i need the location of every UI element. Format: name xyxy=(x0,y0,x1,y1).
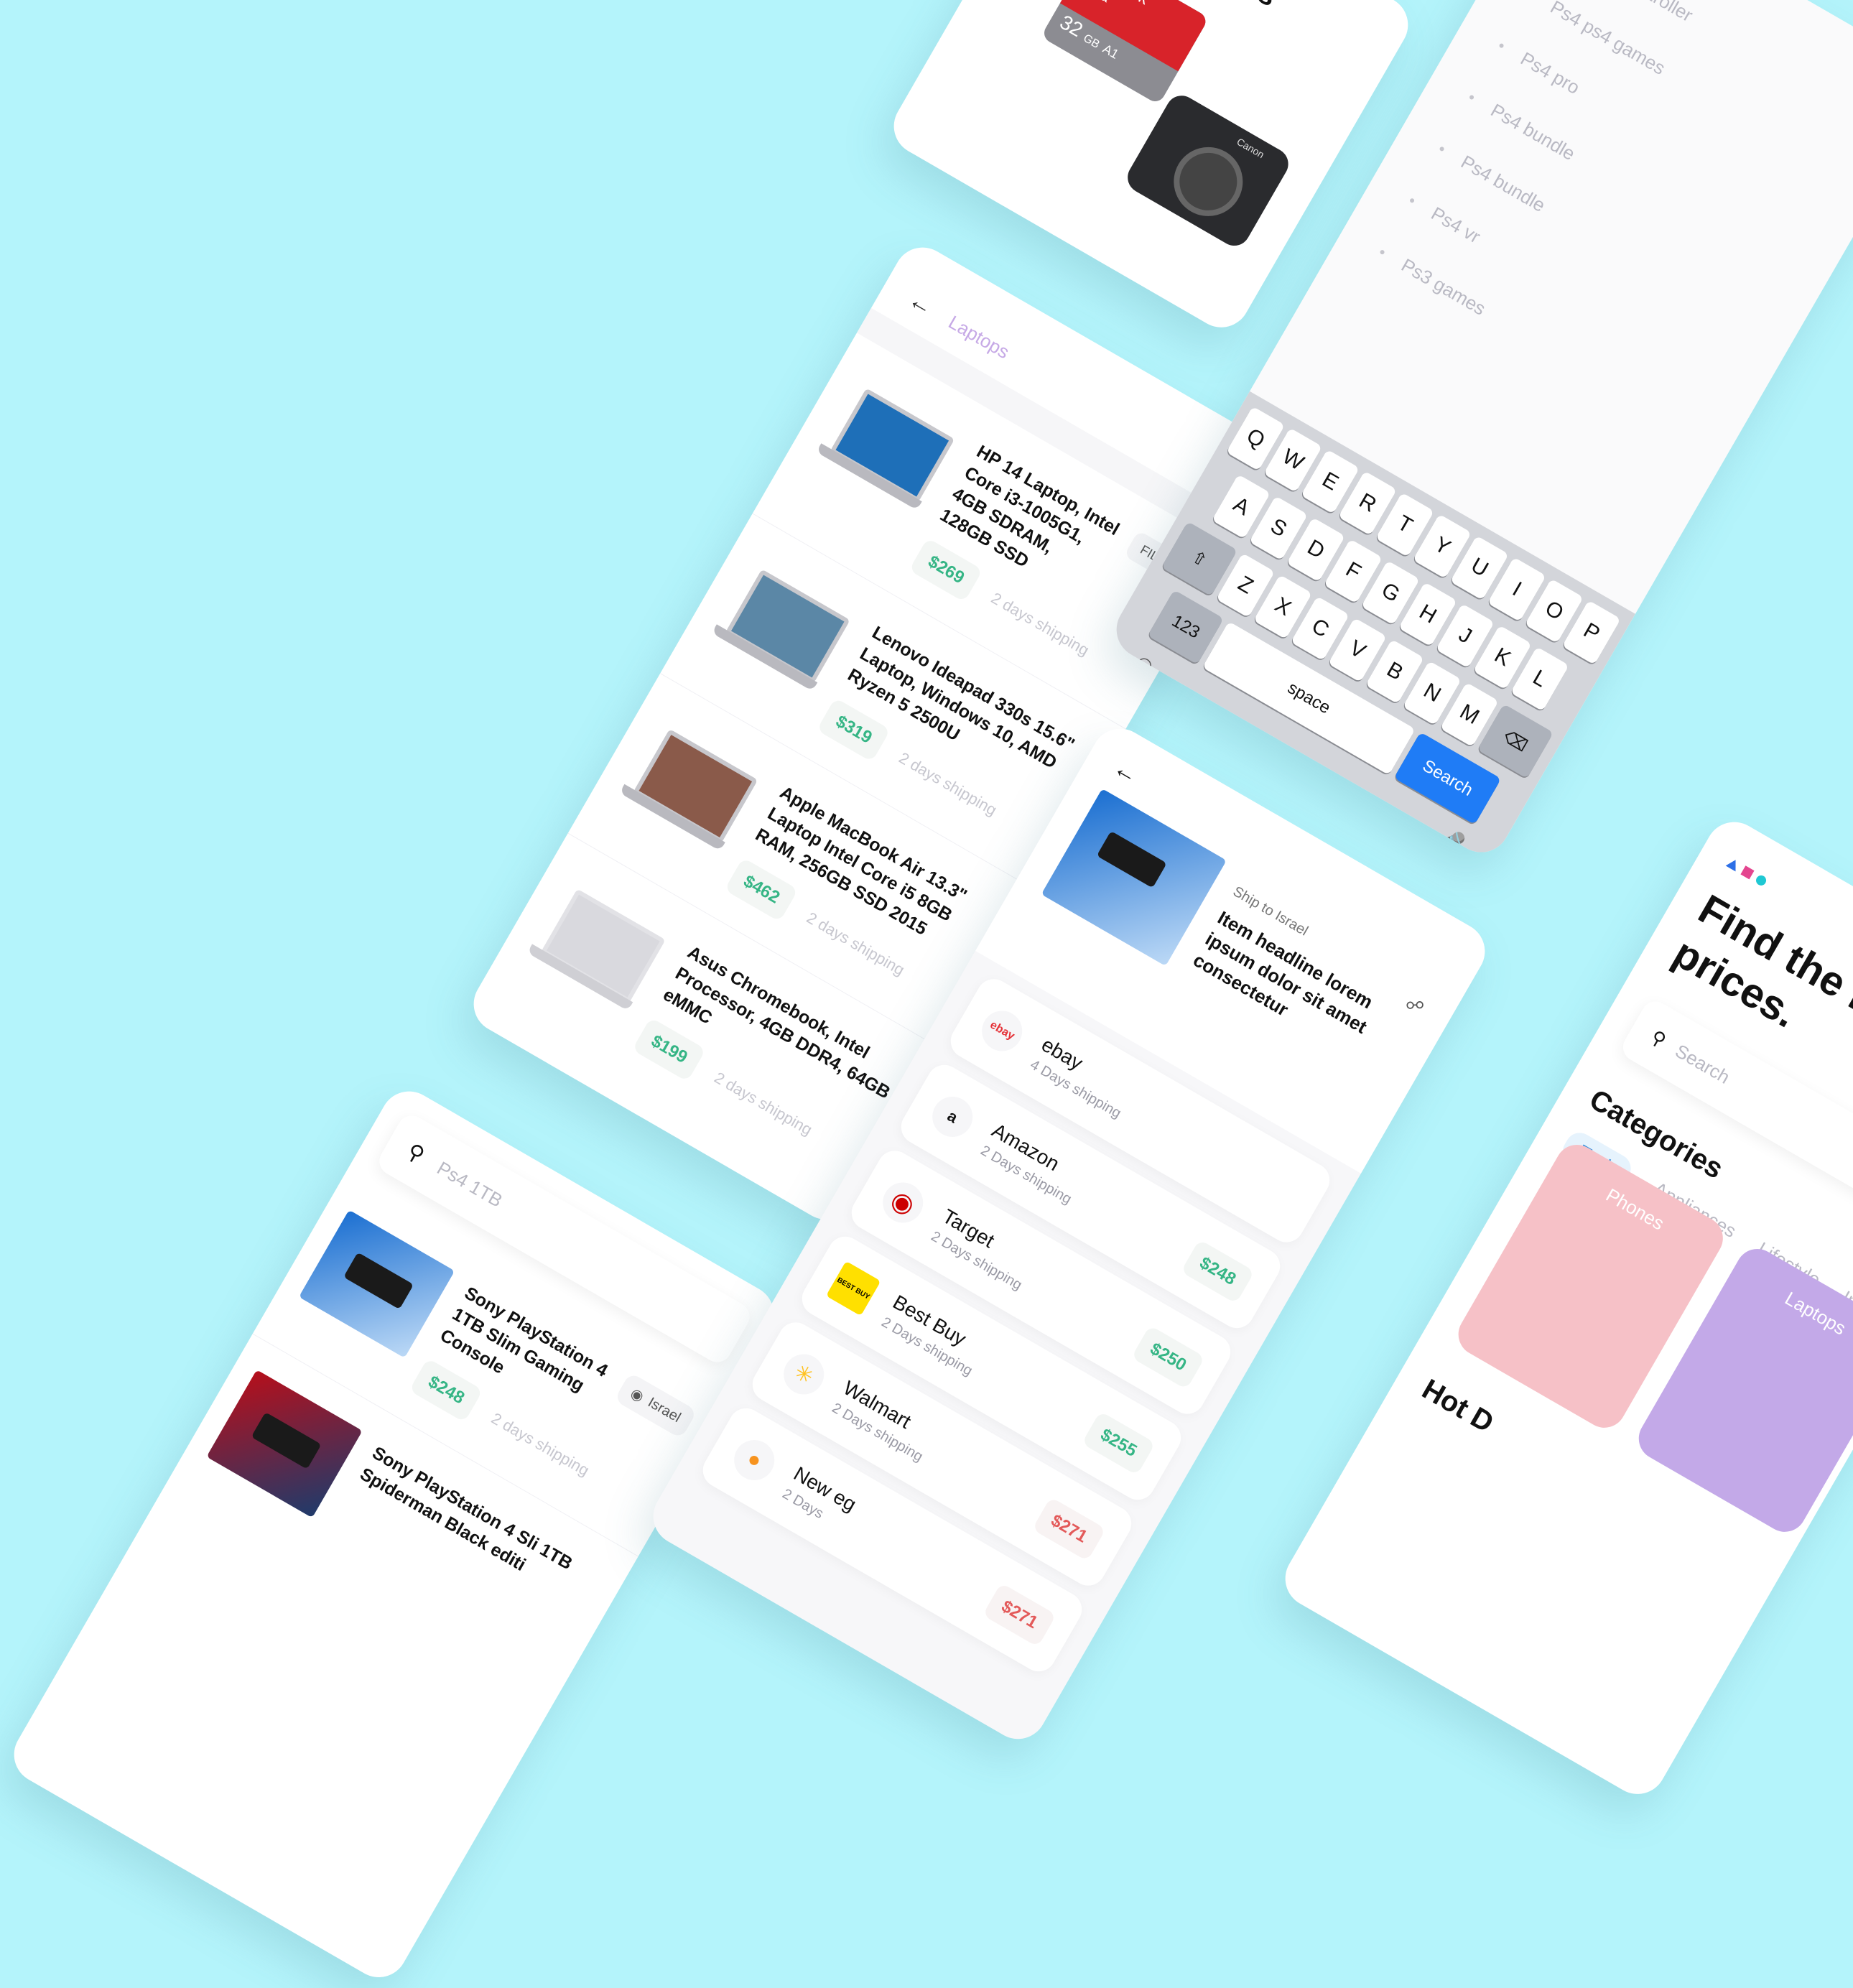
ebay-logo-icon: ebay xyxy=(975,1003,1029,1058)
product-price: $248 xyxy=(409,1358,483,1423)
search-icon: ⚲ xyxy=(403,1138,429,1168)
newegg-logo-icon: ● xyxy=(727,1433,781,1487)
ps4-box-image xyxy=(299,1210,455,1358)
product-price: $269 xyxy=(909,538,983,603)
bullet-icon xyxy=(1409,198,1415,203)
product-price: $199 xyxy=(632,1018,706,1082)
bullet-icon xyxy=(1380,249,1385,255)
store-price: $248 xyxy=(1181,1239,1255,1304)
amazon-logo-icon: a xyxy=(925,1090,980,1144)
sd-card-image[interactable]: SanDisk Ultra 32 GB A1 xyxy=(1041,0,1209,105)
bestbuy-logo-icon: BEST BUY xyxy=(826,1261,881,1316)
bullet-icon xyxy=(1469,94,1474,100)
location-pin-icon: ◉ xyxy=(627,1384,647,1406)
page-title: Laptops xyxy=(944,311,1013,363)
laptop-image xyxy=(695,549,862,716)
store-price: $250 xyxy=(1131,1325,1205,1390)
sd-size: 32 xyxy=(1056,11,1087,41)
suggestion-text: Ps4 vr xyxy=(1427,203,1484,249)
product-price: $319 xyxy=(817,697,891,762)
bullet-icon xyxy=(1499,42,1505,48)
store-price: $271 xyxy=(1032,1497,1106,1561)
bullet-icon xyxy=(1439,146,1445,152)
share-icon[interactable]: ☍ xyxy=(1402,993,1428,1019)
laptop-image xyxy=(511,869,677,1036)
laptop-image xyxy=(800,368,967,535)
search-placeholder: Search xyxy=(1671,1039,1734,1088)
back-arrow-icon[interactable]: ← xyxy=(904,285,939,322)
walmart-logo-icon: ✳ xyxy=(776,1347,831,1401)
suggestion-text: Ps4 pro xyxy=(1517,47,1584,99)
ps4-spiderman-box-image xyxy=(206,1370,362,1518)
store-price: $255 xyxy=(1082,1411,1156,1475)
camera-brand: Canon xyxy=(1235,136,1266,160)
search-query: Ps4 1TB xyxy=(433,1157,506,1212)
laptop-image xyxy=(603,710,770,876)
search-icon: ⚲ xyxy=(1647,1026,1670,1051)
camera-image[interactable]: Canon xyxy=(1122,90,1294,251)
sd-gb: GB xyxy=(1081,32,1102,51)
hot-deals-heading: Hot D xyxy=(1416,1373,1499,1439)
product-price: $462 xyxy=(724,858,798,922)
sd-a1: A1 xyxy=(1100,42,1121,62)
location-text: Israel xyxy=(645,1395,684,1426)
microphone-icon[interactable]: 🎤 xyxy=(1428,821,1469,861)
back-arrow-icon[interactable]: ← xyxy=(1109,753,1143,789)
store-price: $271 xyxy=(983,1583,1056,1648)
product-image xyxy=(1041,789,1227,966)
target-logo-icon: ◉ xyxy=(876,1175,930,1230)
